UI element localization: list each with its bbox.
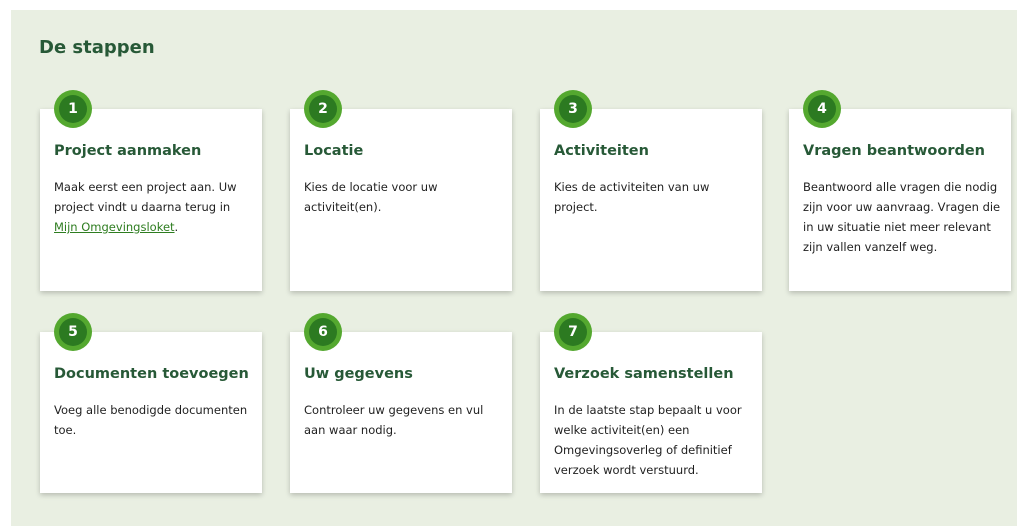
step-title: Uw gegevens bbox=[304, 366, 413, 382]
step-number: 5 bbox=[59, 318, 87, 346]
step-number-badge: 4 bbox=[803, 90, 841, 128]
step-card-5: 5 Documenten toevoegen Voeg alle benodig… bbox=[40, 313, 262, 493]
steps-panel: De stappen 1 Project aanmaken Maak eerst… bbox=[11, 10, 1017, 526]
step-title: Activiteiten bbox=[554, 143, 649, 159]
step-card-6: 6 Uw gegevens Controleer uw gegevens en … bbox=[290, 313, 512, 493]
step-number-badge: 7 bbox=[554, 313, 592, 351]
step-title: Project aanmaken bbox=[54, 143, 202, 159]
section-title: De stappen bbox=[39, 37, 155, 58]
step-number: 4 bbox=[808, 95, 836, 123]
step-number: 3 bbox=[559, 95, 587, 123]
step-description: Maak eerst een project aan. Uw project v… bbox=[54, 180, 237, 234]
step-number-badge: 2 bbox=[304, 90, 342, 128]
step-card-2: 2 Locatie Kies de locatie voor uw activi… bbox=[290, 90, 512, 291]
step-description: Beantwoord alle vragen die nodig zijn vo… bbox=[803, 180, 1001, 254]
mijn-omgevingsloket-link[interactable]: Mijn Omgevingsloket bbox=[54, 220, 175, 234]
step-description: Kies de locatie voor uw activiteit(en). bbox=[304, 180, 438, 214]
step-title: Documenten toevoegen bbox=[54, 366, 249, 382]
step-number: 2 bbox=[309, 95, 337, 123]
step-number: 7 bbox=[559, 318, 587, 346]
step-number: 1 bbox=[59, 95, 87, 123]
step-number-badge: 1 bbox=[54, 90, 92, 128]
step-card-4: 4 Vragen beantwoorden Beantwoord alle vr… bbox=[789, 90, 1011, 291]
step-description: Voeg alle benodigde documenten toe. bbox=[54, 403, 248, 437]
step-title: Locatie bbox=[304, 143, 364, 159]
step-number-badge: 6 bbox=[304, 313, 342, 351]
step-description: Kies de activiteiten van uw project. bbox=[554, 180, 710, 214]
step-card-1: 1 Project aanmaken Maak eerst een projec… bbox=[40, 90, 262, 291]
step-description: In de laatste stap bepaalt u voor welke … bbox=[554, 403, 742, 477]
step-card-3: 3 Activiteiten Kies de activiteiten van … bbox=[540, 90, 762, 291]
step-description: Controleer uw gegevens en vul aan waar n… bbox=[304, 403, 484, 437]
step-number-badge: 5 bbox=[54, 313, 92, 351]
step-card-7: 7 Verzoek samenstellen In de laatste sta… bbox=[540, 313, 762, 493]
step-number: 6 bbox=[309, 318, 337, 346]
step-title: Verzoek samenstellen bbox=[554, 366, 734, 382]
step-number-badge: 3 bbox=[554, 90, 592, 128]
step-title: Vragen beantwoorden bbox=[803, 143, 986, 159]
